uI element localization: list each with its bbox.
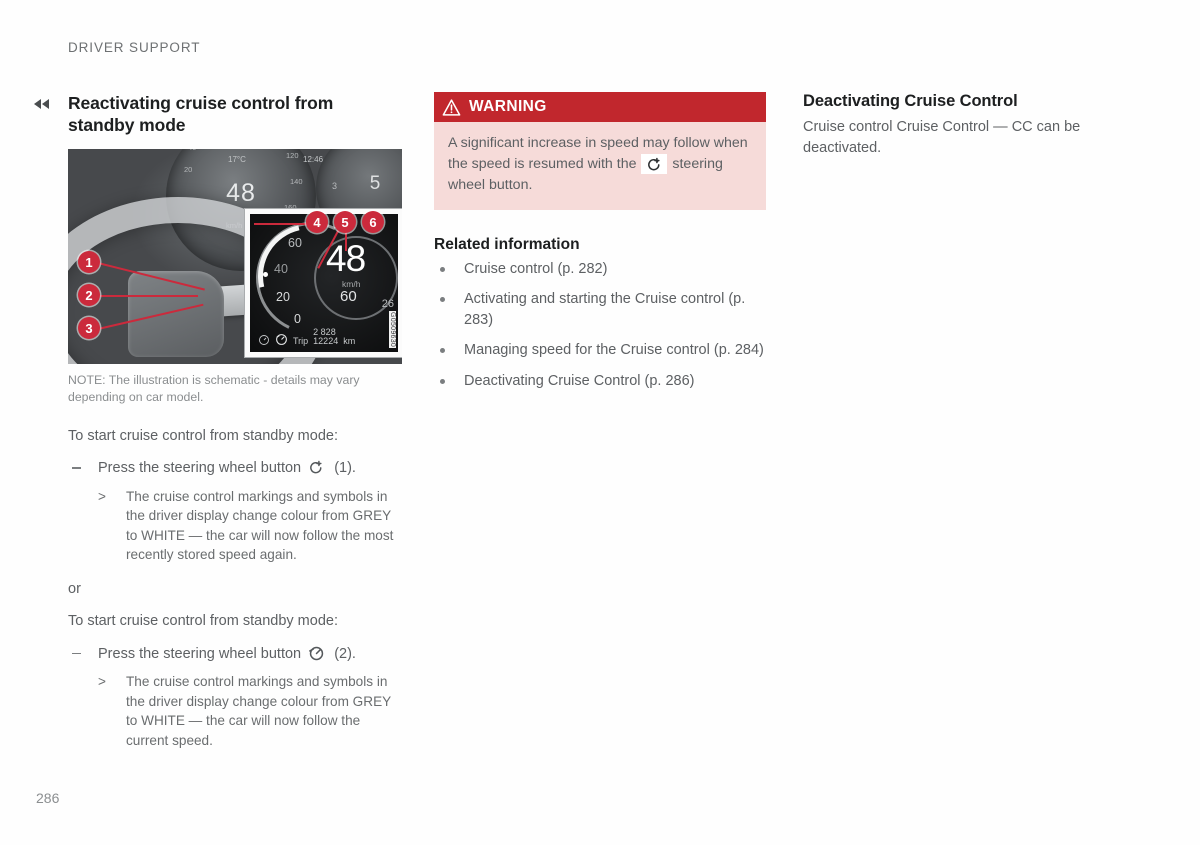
document-page: DRIVER SUPPORT Reactivating cruise contr… [0,0,1200,845]
cruise-control-icon [308,645,325,669]
result-arrow-icon: > [98,674,106,690]
leader-line-4 [254,223,312,226]
right-edge-label: 26 [381,298,394,311]
warning-triangle-icon [442,98,461,116]
result-arrow-icon: > [98,488,106,504]
image-reference-code: G0509630 [389,311,396,349]
tachometer-value: 5 [369,173,381,195]
related-link[interactable]: Activating and starting the Cruise contr… [464,291,745,328]
figure-note: NOTE: The illustration is schematic - de… [68,373,360,405]
scale-label-0: 0 [294,312,301,327]
section-title-deactivating: Deactivating Cruise Control [803,92,1018,110]
trip-unit: km [343,336,356,347]
procedure-list-1: Press the steering wheel button (1). [68,458,404,483]
cruise-control-icon [276,334,287,346]
related-link[interactable]: Managing speed for the Cruise control (p… [464,342,764,358]
cruise-resume-icon [641,154,668,175]
step-text-before: Press the steering wheel button [98,460,302,477]
scale-label-40: 40 [274,262,288,277]
steering-wheel-button-pad [128,271,224,358]
list-item[interactable]: Deactivating Cruise Control (p. 286) [434,371,766,392]
set-speed-value: 60 [340,288,357,306]
result-text: The cruise control markings and symbols … [126,488,394,563]
step-text-before: Press the steering wheel button [98,645,302,662]
trip-value-bottom: 12224 [313,336,339,346]
leader-line-2 [98,295,198,298]
running-header: DRIVER SUPPORT [68,40,201,55]
trip-label: Trip [293,336,309,347]
list-item[interactable]: Activating and starting the Cruise contr… [434,289,766,330]
warning-body: A significant increase in speed may foll… [434,122,766,210]
intro-paragraph-2: To start cruise control from standby mod… [68,613,338,630]
procedure-step-2: Press the steering wheel button (2). [68,644,404,669]
result-list-1: > The cruise control markings and symbol… [68,487,404,565]
driver-display-inset: 0 20 40 60 48 km/h 60 26 Trip 2 828 1222… [245,209,402,358]
related-link[interactable]: Cruise control (p. 282) [464,261,607,277]
continuation-marker-icon [34,99,49,109]
result-list-2: > The cruise control markings and symbol… [68,672,404,750]
scale-label-20: 20 [276,290,290,305]
procedure-list-2: Press the steering wheel button (2). [68,644,404,669]
step-text-after: (1). [334,460,356,477]
procedure-step-1: Press the steering wheel button (1). [68,458,404,483]
trip-readout: Trip 2 828 12224 km [258,327,356,347]
warning-title: WARNING [469,98,547,115]
cruise-resume-icon [308,459,325,483]
scale-label-60: 60 [288,236,302,251]
result-text: The cruise control markings and symbols … [126,674,391,748]
result-item-1: > The cruise control markings and symbol… [68,487,404,565]
warning-box: WARNING A significant increase in speed … [434,92,766,210]
temperature-readout: 17°C [228,155,246,165]
result-item-2: > The cruise control markings and symbol… [68,672,404,750]
instrument-cluster-figure: 48 20 40 60 80 100 120 140 160 km/h 5 34… [68,149,402,365]
related-information-title: Related information [434,235,580,253]
step-dash-icon [72,467,81,469]
intro-paragraph-1: To start cruise control from standby mod… [68,427,338,444]
related-information-list: Cruise control (p. 282) Activating and s… [434,259,766,392]
middle-column: WARNING A significant increase in speed … [434,92,766,402]
list-item[interactable]: Managing speed for the Cruise control (p… [434,340,766,361]
step-text-after: (2). [334,645,356,662]
gauge-icon [259,335,269,346]
left-column: Reactivating cruise control from standby… [68,92,404,766]
step-dash-icon [72,652,81,655]
page-title: Reactivating cruise control from standby… [68,93,334,136]
section-body-deactivating: Cruise control Cruise Control — CC can b… [803,119,1081,156]
warning-header: WARNING [434,92,766,122]
related-link[interactable]: Deactivating Cruise Control (p. 286) [464,373,695,389]
page-number: 286 [36,790,60,806]
or-separator: or [68,581,81,598]
right-column: Deactivating Cruise Control Cruise contr… [803,92,1138,174]
clock-readout: 12:46 [303,155,324,165]
list-item[interactable]: Cruise control (p. 282) [434,259,766,280]
